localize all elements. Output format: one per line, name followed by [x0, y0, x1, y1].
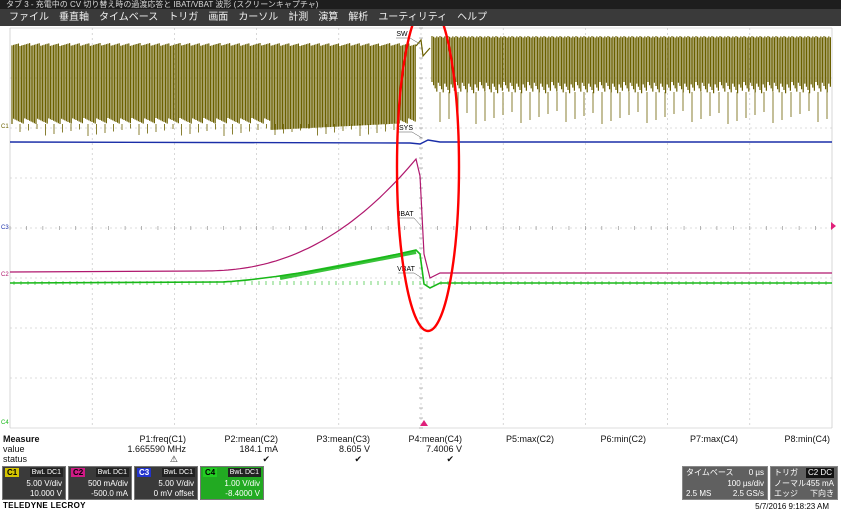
c4-ground-marker: C4: [1, 420, 9, 426]
channel-vdiv: 5.00 V/div: [158, 479, 194, 488]
menu-list: ファイル 垂直軸 タイムベース トリガ 画面 カーソル 計測 演算 解析 ユーテ…: [4, 11, 492, 25]
timebase-rate: 2.5 GS/s: [732, 489, 764, 498]
measure-table: Measure P1:freq(C1) P2:mean(C2) P3:mean(…: [0, 434, 841, 466]
menu-math[interactable]: 演算: [313, 11, 343, 25]
param-name[interactable]: P4:mean(C4): [370, 434, 462, 444]
c3-waveform: [9, 139, 832, 145]
param-value: 8.605 V: [338, 444, 370, 454]
menu-trigger[interactable]: トリガ: [163, 11, 203, 25]
c1-waveform: [11, 36, 831, 130]
channel-header: C4 BwL DC1: [201, 467, 263, 478]
channel-header: C1 BwL DC1: [3, 467, 65, 478]
timebase-per-div: 100 µs/div: [727, 479, 764, 488]
channel-tag: C3: [137, 468, 152, 477]
channel-flags: BwL DC1: [227, 468, 261, 477]
menu-bar: タブ 3 - 充電中の CV 切り替え時の過渡応答と IBAT/VBAT 波形 …: [0, 0, 841, 26]
param-value: 184.1 mA: [239, 444, 278, 454]
status-check-icon: ✔: [446, 454, 454, 464]
param-name[interactable]: P3:mean(C3): [278, 434, 370, 444]
menu-timebase[interactable]: タイムベース: [94, 11, 163, 25]
channel-tag: C2: [71, 468, 86, 477]
menu-measure[interactable]: 計測: [283, 11, 313, 25]
channel-header: C2 BwL DC1: [69, 467, 131, 478]
trigger-level: 455 mA: [806, 479, 834, 488]
param-value: 1.665590 MHz: [127, 444, 186, 454]
param-name[interactable]: P5:max(C2): [462, 434, 554, 444]
sw-trace-label: SW: [396, 31, 408, 38]
c3-ground-marker: C3: [1, 225, 9, 231]
param-name[interactable]: P8:min(C4): [738, 434, 830, 444]
menu-utilities[interactable]: ユーティリティ: [373, 11, 452, 25]
status-check-icon: ✔: [262, 454, 270, 464]
trigger-type-slope: エッジ 下向き: [774, 489, 834, 498]
channel-tag: C1: [5, 468, 20, 477]
brand-logo: TELEDYNE LECROY: [3, 501, 86, 510]
menu-vertical[interactable]: 垂直軸: [54, 11, 94, 25]
param-value: 7.4006 V: [425, 444, 462, 454]
menu-analysis[interactable]: 解析: [343, 11, 373, 25]
waveform-canvas[interactable]: SW SYS IBAT VBAT C1 C3 C2 C4: [0, 26, 841, 434]
channel-c1-box[interactable]: C1 BwL DC1 5.00 V/div 10.000 V: [2, 466, 66, 500]
c2-ground-marker: C2: [1, 272, 9, 278]
menu-file[interactable]: ファイル: [4, 11, 54, 25]
timebase-box[interactable]: タイムベース 0 µs 100 µs/div 2.5 MS 2.5 GS/s: [682, 466, 768, 500]
channel-tag: C4: [203, 468, 218, 477]
sys-trace-label: SYS: [399, 125, 413, 132]
status-row-label: status: [3, 454, 28, 464]
trigger-slope: 下向き: [810, 489, 834, 498]
channel-flags: BwL DC1: [29, 468, 63, 477]
menu-cursors[interactable]: カーソル: [233, 11, 283, 25]
measure-status-row: status ⚠ ✔ ✔ ✔: [0, 454, 841, 464]
channel-header: C3 BwL DC1: [135, 467, 197, 478]
channel-flags: BwL DC1: [161, 468, 195, 477]
timebase-delay: 0 µs: [748, 468, 764, 477]
timestamp: 5/7/2016 9:18:23 AM: [755, 502, 829, 511]
param-name[interactable]: P2:mean(C2): [186, 434, 278, 444]
channel-vdiv: 500 mA/div: [87, 479, 128, 488]
vbat-leader-line: [398, 272, 423, 279]
measure-header: Measure: [3, 434, 40, 444]
channel-vdiv: 5.00 V/div: [26, 479, 62, 488]
channel-c2-box[interactable]: C2 BwL DC1 500 mA/div -500.0 mA: [68, 466, 132, 500]
sys-leader-line: [398, 131, 423, 139]
c1-ground-marker: C1: [1, 124, 9, 130]
channel-offset: 0 mV offset: [153, 489, 194, 498]
vbat-trace-label: VBAT: [397, 266, 415, 273]
param-name[interactable]: P7:max(C4): [646, 434, 738, 444]
menu-display[interactable]: 画面: [203, 11, 233, 25]
channel-c4-box[interactable]: C4 BwL DC1 1.00 V/div -8.4000 V: [200, 466, 264, 500]
value-row-label: value: [3, 444, 25, 454]
channel-offset: 10.000 V: [29, 489, 62, 498]
measure-value-row: value 1.665590 MHz 184.1 mA 8.605 V 7.40…: [0, 444, 841, 454]
trigger-header: トリガ C2 DC: [774, 468, 834, 478]
trigger-box[interactable]: トリガ C2 DC ノーマル 455 mA エッジ 下向き: [770, 466, 838, 500]
status-check-icon: ✔: [354, 454, 362, 464]
param-name[interactable]: P1:freq(C1): [94, 434, 186, 444]
waveform-display[interactable]: SW SYS IBAT VBAT C1 C3 C2 C4: [0, 26, 841, 434]
channel-vdiv: 1.00 V/div: [224, 479, 260, 488]
ibat-leader-line: [398, 217, 422, 227]
measure-header-row: Measure P1:freq(C1) P2:mean(C2) P3:mean(…: [0, 434, 841, 444]
channel-offset: -8.4000 V: [225, 489, 260, 498]
timebase-samples-rate: 2.5 MS 2.5 GS/s: [686, 489, 764, 498]
ibat-trace-label: IBAT: [398, 211, 414, 218]
window-title: タブ 3 - 充電中の CV 切り替え時の過渡応答と IBAT/VBAT 波形 …: [0, 0, 841, 9]
c4-ripple-band: [279, 250, 417, 280]
timebase-label: タイムベース 0 µs: [686, 468, 764, 477]
param-name[interactable]: P6:min(C2): [554, 434, 646, 444]
trigger-mode-level: ノーマル 455 mA: [774, 479, 834, 488]
channel-c3-box[interactable]: C3 BwL DC1 5.00 V/div 0 mV offset: [134, 466, 198, 500]
trigger-flags: C2 DC: [805, 468, 834, 478]
menu-help[interactable]: ヘルプ: [452, 11, 492, 25]
channel-flags: BwL DC1: [95, 468, 129, 477]
channel-offset: -500.0 mA: [91, 489, 128, 498]
status-warning-icon: ⚠: [169, 454, 178, 464]
trigger-level-marker: [831, 222, 836, 230]
